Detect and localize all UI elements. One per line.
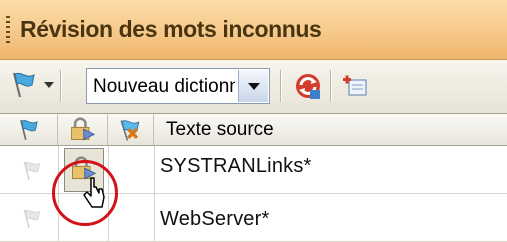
add-entry-icon[interactable] [340,70,372,102]
toolbar: Nouveau dictionn [0,60,507,114]
column-header-lock[interactable] [58,114,108,145]
chevron-down-icon[interactable] [238,70,268,102]
dictionary-select-value: Nouveau dictionn [93,76,235,97]
toolbar-separator [330,70,331,102]
flag-icon[interactable] [8,69,40,101]
lock-icon [71,117,96,141]
source-text-cell[interactable]: WebServer* [160,208,269,231]
grid-header: Texte source [0,114,507,146]
refresh-icon[interactable] [292,70,324,102]
dropdown-arrow-icon[interactable] [44,82,54,88]
toolbar-separator [60,70,61,102]
flag-icon [20,120,38,140]
column-header-flag[interactable] [0,114,58,145]
column-header-source-text[interactable]: Texte source [166,119,274,141]
column-divider [154,194,155,242]
column-divider [154,146,155,194]
flag-icon[interactable] [20,206,44,232]
mouse-pointer-icon [83,177,105,208]
dictionary-select[interactable]: Nouveau dictionn [86,68,270,104]
flag-icon[interactable] [20,158,44,184]
panel-title: Révision des mots inconnus [20,16,322,42]
toolbar-separator [280,70,281,102]
column-header-priority[interactable] [108,114,154,145]
grip-handle[interactable] [6,16,10,44]
source-text-cell[interactable]: SYSTRANLinks* [160,155,312,178]
panel-title-bar: Révision des mots inconnus [0,0,507,60]
priority-flag-icon [120,120,140,141]
